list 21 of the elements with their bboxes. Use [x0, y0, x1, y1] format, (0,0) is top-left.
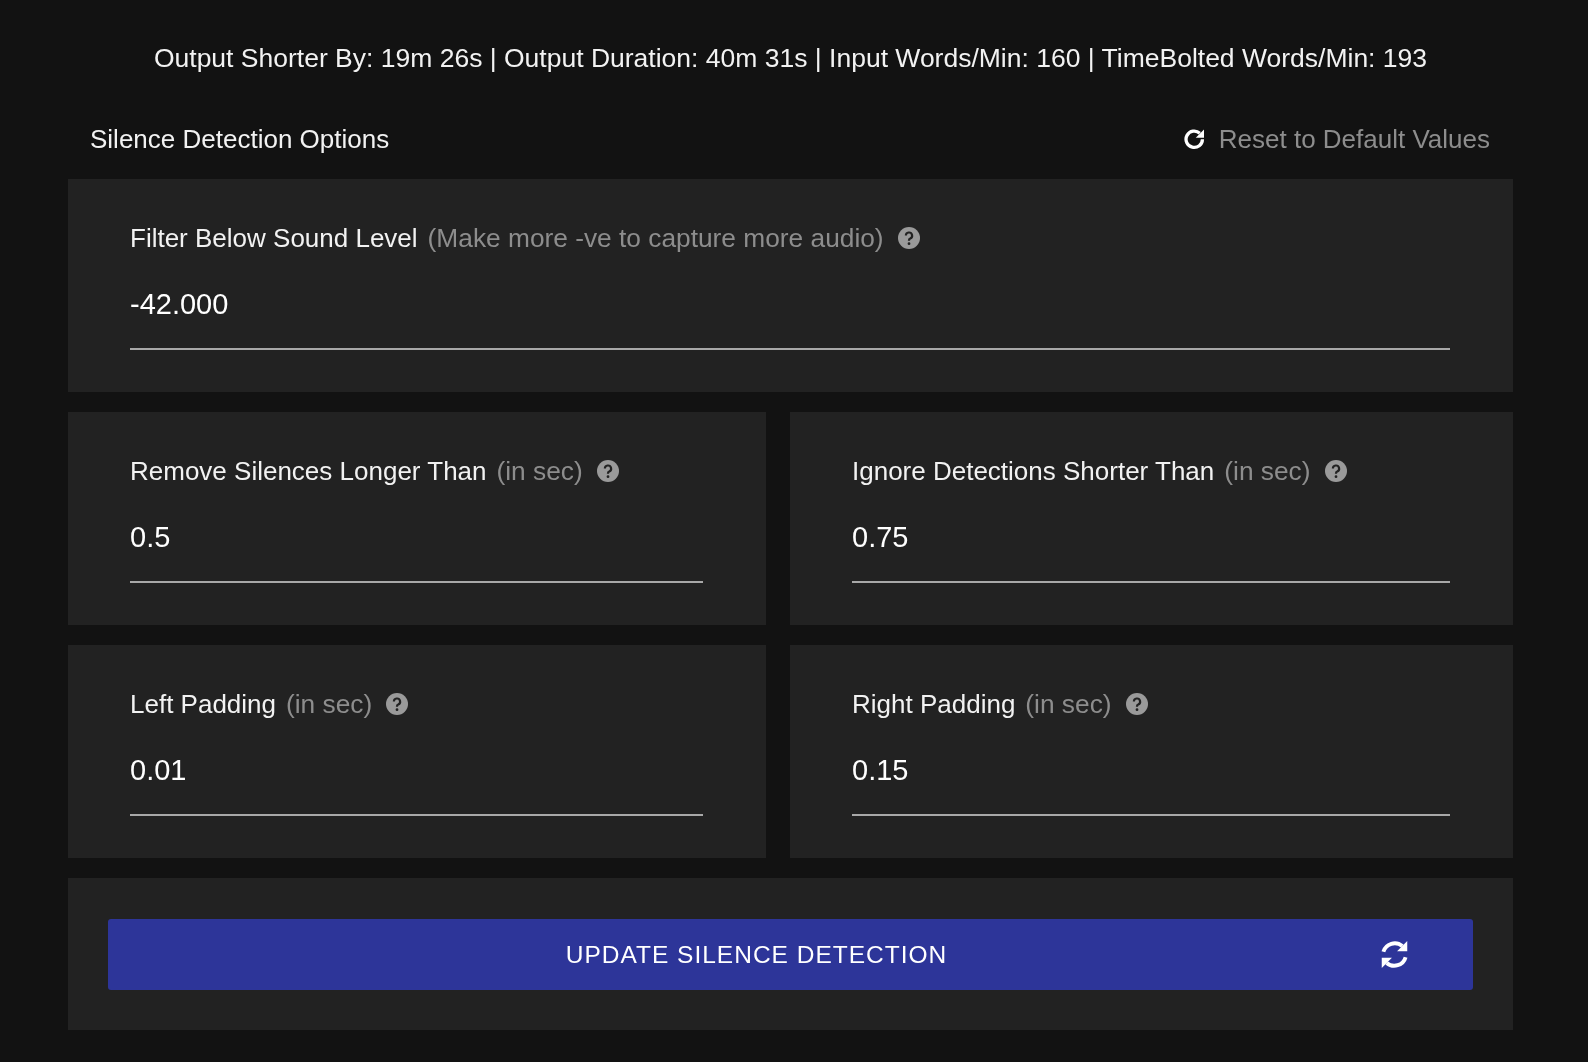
refresh-icon — [1183, 128, 1205, 150]
field-label: Filter Below Sound Level — [130, 223, 418, 253]
help-icon[interactable] — [897, 227, 920, 249]
field-hint: (in sec) — [1224, 456, 1311, 486]
field-label: Remove Silences Longer Than — [130, 456, 487, 486]
help-icon[interactable] — [596, 460, 619, 482]
field-hint: (in sec) — [1025, 689, 1112, 719]
field-label: Ignore Detections Shorter Than — [852, 456, 1215, 486]
stats-text: Output Shorter By: 19m 26s | Output Duration: 40m 31s | Input Words/Min: 160 | TimeBolted Words/Min: 193 — [153, 42, 1428, 75]
section-title: Silence Detection Options — [90, 123, 390, 156]
help-icon[interactable] — [1324, 460, 1347, 482]
sync-icon — [1381, 940, 1408, 969]
field-label: Right Padding — [852, 689, 1016, 719]
reset-link[interactable]: Reset to Default Values — [1183, 122, 1490, 156]
field-hint: (in sec) — [496, 456, 583, 486]
help-icon[interactable] — [1125, 693, 1148, 715]
update-button[interactable]: UPDATE SILENCE DETECTION — [108, 919, 1473, 990]
field-label: Left Padding — [130, 689, 276, 719]
field-hint: (Make more -ve to capture more audio) — [427, 223, 884, 253]
field-hint: (in sec) — [286, 689, 373, 719]
help-icon[interactable] — [386, 693, 409, 715]
